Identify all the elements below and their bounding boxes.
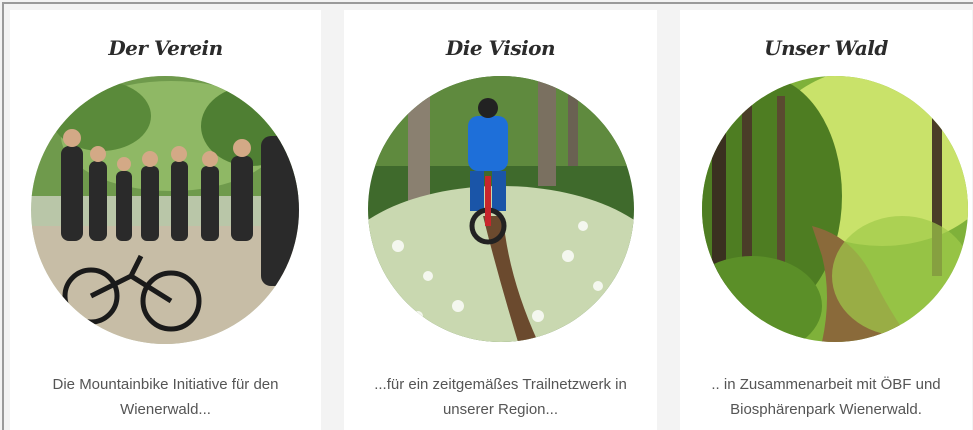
card-description: .. in Zusammenarbeit mit ÖBF und Biosphä… [690,372,962,422]
page-frame: Der Verein Die Mountainbike Initiative f… [2,2,973,430]
card-description: Die Mountainbike Initiative für den Wien… [20,372,311,422]
card-text-line: ...für ein zeitgemäßes Trailnetzwerk in [374,376,627,393]
card-text-line: Die Mountainbike Initiative für den [52,376,279,393]
card-unser-wald[interactable]: Unser Wald .. in Zusammenarbeit mit ÖBF … [680,10,972,430]
card-title[interactable]: Der Verein [10,36,321,60]
sunlit-forest-path-photo[interactable] [702,76,968,342]
card-die-vision[interactable]: Die Vision ...für ein zeitgemäßes Trailn… [344,10,657,430]
card-text-line: .. in Zusammenarbeit mit ÖBF und [711,376,941,393]
card-der-verein[interactable]: Der Verein Die Mountainbike Initiative f… [10,10,321,430]
card-description: ...für ein zeitgemäßes Trailnetzwerk in … [354,372,647,422]
card-text-line: Wienerwald... [120,401,211,418]
card-title[interactable]: Die Vision [344,36,657,60]
card-text-line: Biosphärenpark Wienerwald. [730,401,922,418]
card-text-line: unserer Region... [442,401,559,418]
group-of-mountainbikers-photo[interactable] [31,76,299,344]
card-title[interactable]: Unser Wald [680,36,972,60]
rider-on-forest-trail-photo[interactable] [368,76,634,342]
